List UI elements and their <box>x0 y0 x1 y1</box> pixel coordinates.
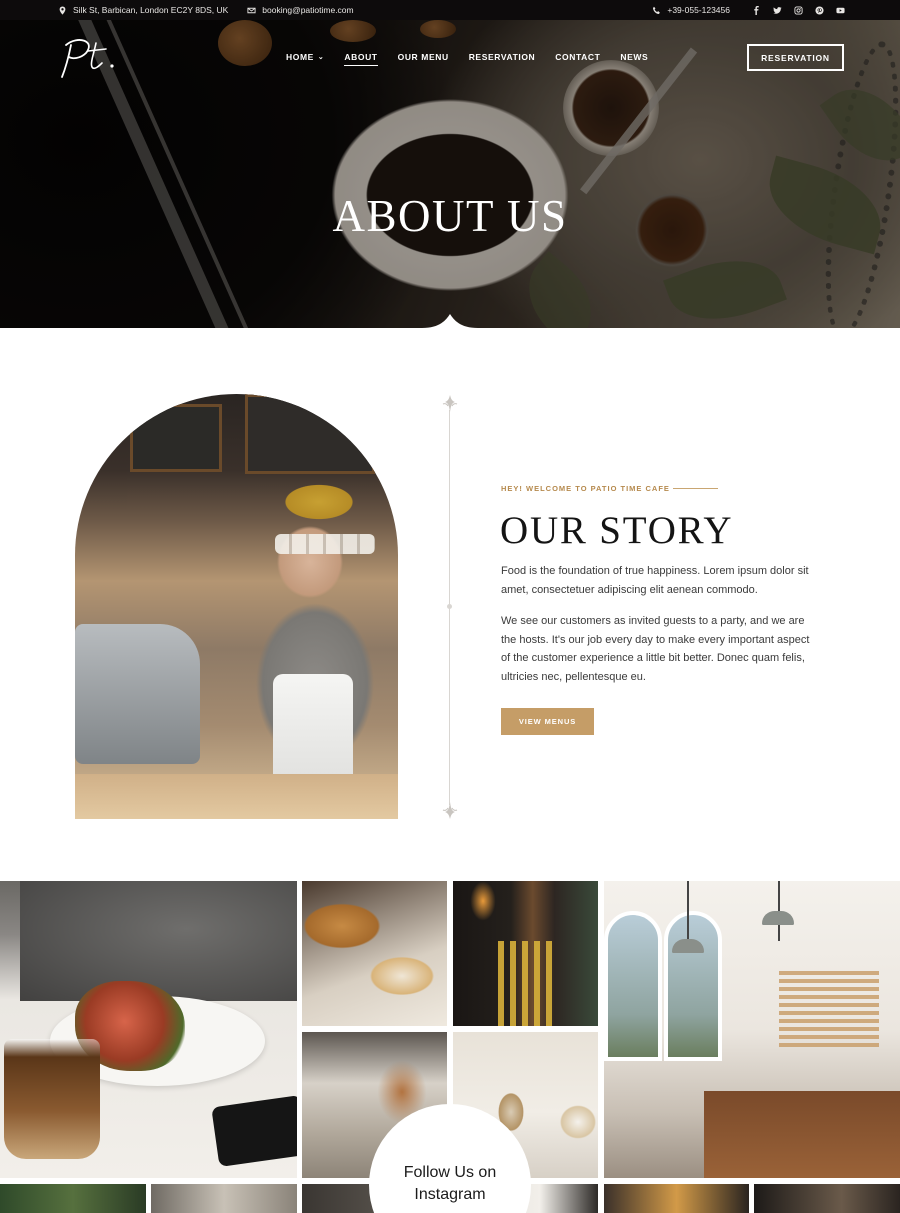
section-title: OUR STORY <box>500 509 734 552</box>
instagram-photo[interactable] <box>302 881 447 1026</box>
photo-detail <box>779 971 879 1051</box>
photo-detail <box>130 404 222 472</box>
logo-mark <box>61 39 114 78</box>
photo-detail <box>498 941 558 1026</box>
photo-detail <box>704 1091 900 1178</box>
photo-detail <box>4 1039 100 1159</box>
follow-text-line-2: Instagram <box>414 1186 486 1203</box>
pinterest-icon[interactable] <box>814 5 824 15</box>
instagram-photo[interactable] <box>453 881 598 1026</box>
envelope-icon <box>246 5 256 15</box>
location-pin-icon <box>57 5 67 15</box>
photo-detail <box>211 1095 297 1167</box>
fleur-ornament-icon <box>439 800 461 820</box>
fleur-ornament-icon <box>439 394 461 414</box>
nav-item-label: OUR MENU <box>397 52 449 62</box>
section-eyebrow: HEY! WELCOME TO PATIO TIME CAFE <box>501 484 670 493</box>
nav-item-label: HOME <box>286 52 314 62</box>
instagram-photo[interactable] <box>604 1184 749 1213</box>
youtube-icon[interactable] <box>835 5 845 15</box>
hero-bottom-notch <box>0 314 900 340</box>
photo-detail <box>245 394 375 474</box>
nav-item-label: NEWS <box>620 52 649 62</box>
instagram-photo[interactable] <box>151 1184 297 1213</box>
instagram-photo[interactable] <box>0 881 297 1178</box>
photo-detail <box>20 881 297 1001</box>
instagram-photo[interactable] <box>0 1184 146 1213</box>
email-link[interactable]: booking@patiotime.com <box>262 5 353 15</box>
instagram-icon[interactable] <box>793 5 803 15</box>
reservation-button[interactable]: RESERVATION <box>747 44 844 71</box>
photo-detail <box>687 881 689 941</box>
nav-item-reservation[interactable]: RESERVATION <box>469 52 536 62</box>
photo-detail <box>664 911 722 1061</box>
nav-item-about[interactable]: ABOUT <box>344 52 378 66</box>
phone-number[interactable]: +39-055-123456 <box>667 5 730 15</box>
page-title: ABOUT US <box>332 191 568 241</box>
nav-item-home[interactable]: HOME ⌄ <box>286 52 324 62</box>
divider-dot <box>447 604 452 609</box>
photo-detail <box>672 939 704 953</box>
topbar-right: +39-055-123456 <box>651 0 845 20</box>
photo-detail <box>604 911 662 1061</box>
email-item[interactable]: booking@patiotime.com <box>246 5 354 15</box>
instagram-photo[interactable] <box>754 1184 900 1213</box>
logo[interactable] <box>56 33 120 81</box>
story-paragraph-1: Food is the foundation of true happiness… <box>501 565 809 596</box>
nav-item-contact[interactable]: CONTACT <box>555 52 600 62</box>
chevron-down-icon: ⌄ <box>317 54 325 61</box>
photo-detail <box>75 624 200 764</box>
address-item: Silk St, Barbican, London EC2Y 8DS, UK <box>57 5 228 15</box>
phone-icon <box>651 5 661 15</box>
nav-item-our-menu[interactable]: OUR MENU <box>398 52 449 62</box>
address-text: Silk St, Barbican, London EC2Y 8DS, UK <box>73 5 229 15</box>
barista-photo <box>75 394 398 819</box>
facebook-icon[interactable] <box>751 5 761 15</box>
instagram-photo[interactable] <box>604 881 900 1178</box>
top-info-bar: Silk St, Barbican, London EC2Y 8DS, UK b… <box>0 0 900 20</box>
follow-text-line-1: Follow Us on <box>403 1164 497 1181</box>
nav-item-label: CONTACT <box>555 52 601 62</box>
nav-item-label: RESERVATION <box>468 52 536 62</box>
contact-info: Silk St, Barbican, London EC2Y 8DS, UK b… <box>57 0 354 20</box>
nav-item-label: ABOUT <box>344 52 378 62</box>
phone-item[interactable]: +39-055-123456 <box>651 5 730 15</box>
photo-detail <box>75 774 398 819</box>
twitter-icon[interactable] <box>772 5 782 15</box>
view-menus-button[interactable]: VIEW MENUS <box>501 708 594 735</box>
eyebrow-rule <box>673 488 718 489</box>
photo-detail <box>275 534 375 554</box>
story-paragraph-2: We see our customers as invited guests t… <box>501 615 810 683</box>
photo-detail <box>762 911 794 925</box>
main-nav: HOME ⌄ ABOUT OUR MENU RESERVATION CONTAC… <box>286 52 648 66</box>
nav-item-news[interactable]: NEWS <box>620 52 648 62</box>
